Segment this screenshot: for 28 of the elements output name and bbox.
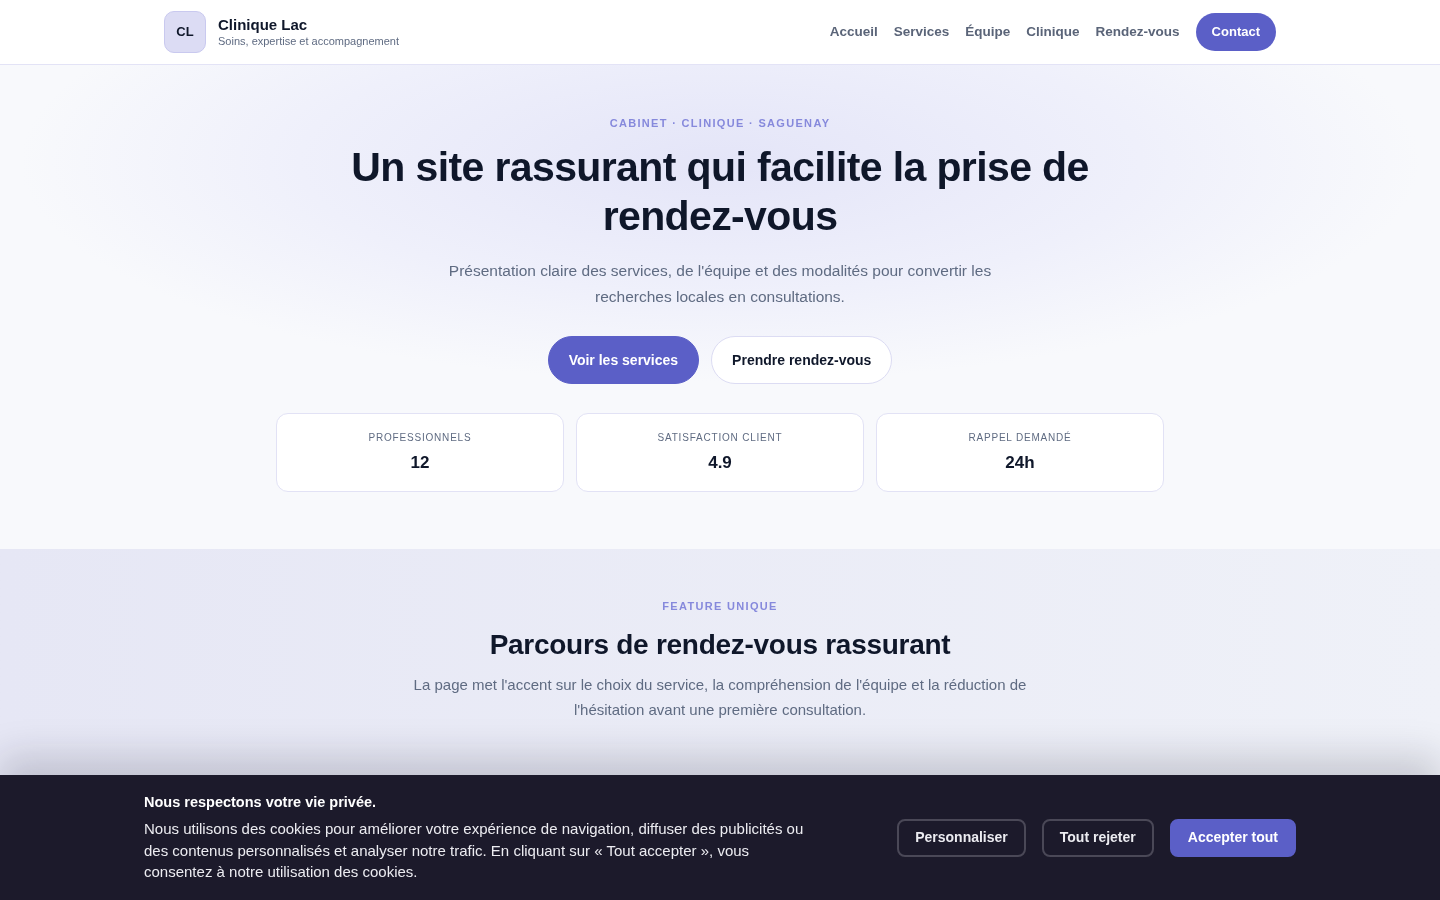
brand-tagline: Soins, expertise et accompagnement — [218, 33, 399, 49]
logo-tile[interactable]: CL — [164, 11, 206, 53]
cookie-title: Nous respectons votre vie privée. — [144, 793, 378, 813]
nav-link[interactable]: Équipe — [965, 21, 1011, 43]
customize-button[interactable]: Personnaliser — [897, 818, 1026, 857]
nav-link[interactable]: Accueil — [829, 21, 878, 43]
services-button[interactable]: Voir les services — [547, 336, 700, 384]
feature-description: La page met l'accent sur le choix du service, la compréhension de l'équipe et la réduction de l'hésitation avant une première consultation. — [412, 675, 1028, 720]
accept-all-button[interactable]: Accepter tout — [1169, 818, 1296, 857]
contact-button[interactable]: Contact — [1195, 13, 1276, 51]
reject-all-button[interactable]: Tout rejeter — [1041, 818, 1154, 857]
cookie-text: Nous utilisons des cookies pour améliorer votre expérience de navigation, diffuser des publicités ou des contenus personnalisés et analyser notre trafic. En cliquant sur « Tout accepter », vous consentez à notre utilisation des cookies. — [144, 819, 805, 883]
stat-label: SATISFACTION CLIENT — [657, 432, 783, 444]
stat-value: 12 — [410, 453, 430, 473]
brand-name: Clinique Lac — [218, 15, 309, 34]
nav-link[interactable]: Clinique — [1026, 21, 1080, 43]
stat-value: 24h — [1005, 453, 1035, 473]
stat-label: PROFESSIONNELS — [368, 432, 472, 444]
feature-title: Parcours de rendez-vous rassurant — [489, 630, 951, 660]
appointment-button[interactable]: Prendre rendez-vous — [711, 336, 893, 384]
hero-title: Un site rassurant qui facilite la prise de rendez-vous — [350, 143, 1090, 241]
hero-description: Présentation claire des services, de l'équipe et des modalités pour convertir les recherches locales en consultations. — [447, 261, 993, 307]
stat-label: RAPPEL DEMANDÉ — [968, 432, 1072, 444]
nav-link[interactable]: Rendez-vous — [1095, 21, 1180, 43]
nav-link[interactable]: Services — [893, 21, 950, 43]
feature-eyebrow: FEATURE UNIQUE — [662, 599, 778, 614]
stat-value: 4.9 — [708, 453, 732, 473]
hero-eyebrow: CABINET · CLINIQUE · SAGUENAY — [609, 116, 831, 131]
